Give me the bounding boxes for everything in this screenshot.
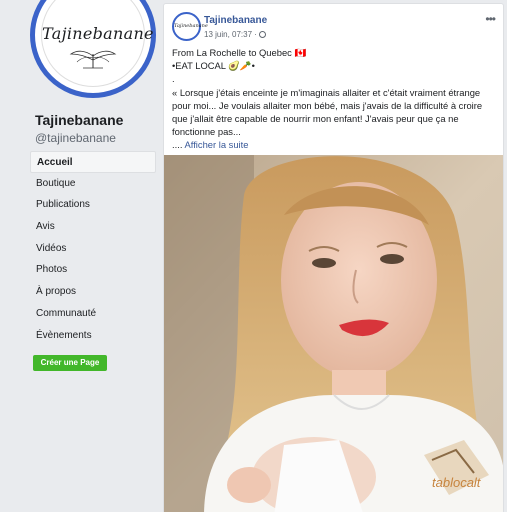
post-line: From La Rochelle to Quebec 🇨🇦 [172, 47, 307, 58]
post-date[interactable]: 13 juin, 07:37 · [204, 30, 257, 39]
page-profile-picture[interactable]: Tajinebanane [30, 0, 156, 98]
post-ellipsis: .... [172, 139, 183, 151]
sidebar-item-a-propos[interactable]: À propos [30, 281, 156, 303]
create-page-button[interactable]: Créer une Page [33, 355, 107, 371]
sidebar-item-communaute[interactable]: Communauté [30, 303, 156, 325]
page-handle: @tajinebanane [35, 131, 116, 145]
logo: Tajinebanane [41, 0, 154, 87]
sidebar-item-publications[interactable]: Publications [30, 194, 156, 216]
sidebar-item-photos[interactable]: Photos [30, 259, 156, 281]
shirt-text: tablocalt [432, 475, 482, 490]
sidebar-nav: Accueil Boutique Publications Avis Vidéo… [30, 151, 156, 346]
page-name[interactable]: Tajinebanane [35, 112, 123, 128]
more-options-icon[interactable]: ••• [485, 12, 496, 26]
post-line: « Lorsque j'étais enceinte je m'imaginai… [172, 86, 483, 138]
sidebar-item-evenements[interactable]: Évènements [30, 325, 156, 347]
left-column: Tajinebanane Tajinebanane @tajinebanane … [0, 0, 160, 512]
post-photo[interactable]: tablocalt [164, 155, 503, 512]
sidebar-item-videos[interactable]: Vidéos [30, 238, 156, 260]
sidebar-item-boutique[interactable]: Boutique [30, 173, 156, 195]
sidebar-item-avis[interactable]: Avis [30, 216, 156, 238]
sidebar-item-accueil[interactable]: Accueil [30, 151, 156, 173]
post-card: Tajinebanane Tajinebanane 13 juin, 07:37… [163, 3, 504, 512]
post-avatar-logo-text: Tajinebanane [174, 23, 208, 29]
logo-text: Tajinebanane [42, 24, 154, 43]
post-text: From La Rochelle to Quebec 🇨🇦 •EAT LOCAL… [172, 46, 497, 152]
post-line: . [172, 73, 175, 85]
post-timestamp[interactable]: 13 juin, 07:37 · [204, 30, 266, 39]
post-see-more-row: .... Afficher la suite [172, 138, 497, 151]
see-more-link[interactable]: Afficher la suite [185, 139, 249, 150]
post-line: •EAT LOCAL 🥑🥕• [172, 60, 255, 72]
post-author-name[interactable]: Tajinebanane [204, 15, 267, 26]
post-author-avatar[interactable]: Tajinebanane [172, 12, 208, 41]
globe-icon [258, 31, 266, 38]
banana-leaf-icon [42, 46, 144, 75]
